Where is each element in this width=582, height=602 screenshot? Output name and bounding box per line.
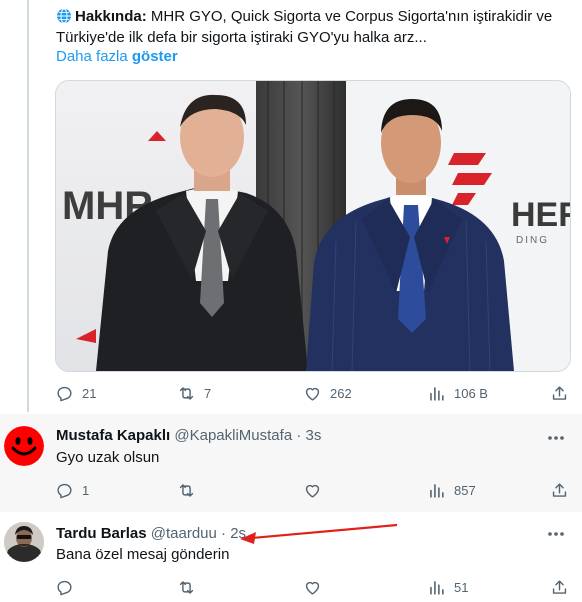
author-handle-time[interactable]: @KapakliMustafa · 3s: [174, 427, 321, 444]
views-button[interactable]: 51: [427, 577, 468, 597]
repost-icon: [179, 386, 194, 400]
photo-illustration: MHR HER DING: [56, 81, 570, 371]
reply-button[interactable]: 21: [55, 383, 96, 403]
reply-icon: [57, 386, 72, 401]
show-more-prefix: Daha fazla: [56, 48, 128, 65]
user-photo-icon: [4, 522, 44, 562]
more-options-icon[interactable]: [546, 524, 566, 544]
reply-header: Mustafa Kapaklı @KapakliMustafa · 3s: [56, 426, 321, 446]
heart-icon: [305, 387, 320, 401]
reply-action-bar: 51: [55, 577, 570, 597]
reply-header: Tardu Barlas @taarduu · 2s: [56, 524, 246, 544]
author-name[interactable]: Mustafa Kapaklı: [56, 427, 170, 444]
like-button[interactable]: [303, 480, 322, 500]
share-button[interactable]: [550, 577, 569, 597]
view-count: 857: [454, 482, 476, 498]
repost-button[interactable]: [177, 480, 196, 500]
reply-item[interactable]: Tardu Barlas @taarduu · 2s Bana özel mes…: [0, 512, 582, 602]
reply-count: 21: [82, 385, 97, 401]
repost-button[interactable]: [177, 577, 196, 597]
reply-button[interactable]: 1: [55, 480, 89, 500]
reply-icon: [57, 580, 72, 595]
share-button[interactable]: [550, 383, 569, 403]
author-handle-time[interactable]: @taarduu · 2s: [151, 525, 246, 542]
repost-button[interactable]: 7: [177, 383, 211, 403]
about-label: Hakkında:: [75, 8, 147, 25]
share-icon: [552, 482, 567, 497]
repost-icon: [179, 580, 194, 594]
logo-right-text: HER: [511, 196, 570, 234]
smiley-avatar-icon: [4, 426, 44, 466]
avatar[interactable]: [4, 522, 44, 562]
reply-button[interactable]: [55, 577, 74, 597]
more-options-icon[interactable]: [546, 428, 566, 448]
analytics-icon: [430, 580, 444, 595]
share-button[interactable]: [550, 480, 569, 500]
view-count: 51: [454, 579, 469, 595]
reply-icon: [57, 483, 72, 498]
show-more-link[interactable]: Daha fazla göster: [56, 48, 178, 65]
avatar-fill: [4, 426, 44, 466]
about-text: Hakkında: MHR GYO, Quick Sigorta ve Corp…: [56, 6, 576, 48]
analytics-icon: [430, 386, 444, 401]
thread-line: [27, 0, 29, 412]
reply-count: 1: [82, 482, 90, 498]
avatar[interactable]: [4, 426, 44, 466]
repost-count: 7: [204, 385, 212, 401]
post-photo[interactable]: MHR HER DING: [55, 80, 571, 372]
post-action-bar: 21 7 262 106 B: [55, 383, 570, 403]
like-button[interactable]: 262: [303, 383, 352, 403]
logo-right-subtext: DING: [516, 235, 549, 246]
author-name[interactable]: Tardu Barlas: [56, 525, 147, 542]
reply-action-bar: 1 857: [55, 480, 570, 500]
repost-icon: [179, 483, 194, 497]
reply-text: Bana özel mesaj gönderin: [56, 546, 230, 563]
share-icon: [552, 579, 567, 594]
views-button[interactable]: 106 B: [427, 383, 488, 403]
like-count: 262: [330, 385, 352, 401]
heart-icon: [305, 484, 320, 498]
share-icon: [552, 385, 567, 400]
analytics-icon: [430, 483, 444, 498]
globe-icon: [57, 8, 71, 24]
reply-text: Gyo uzak olsun: [56, 449, 160, 466]
views-button[interactable]: 857: [427, 480, 476, 500]
like-button[interactable]: [303, 577, 322, 597]
reply-item[interactable]: Mustafa Kapaklı @KapakliMustafa · 3s Gyo…: [0, 414, 582, 512]
show-more-bold: göster: [131, 48, 178, 65]
view-count: 106 B: [454, 385, 488, 401]
heart-icon: [305, 581, 320, 595]
